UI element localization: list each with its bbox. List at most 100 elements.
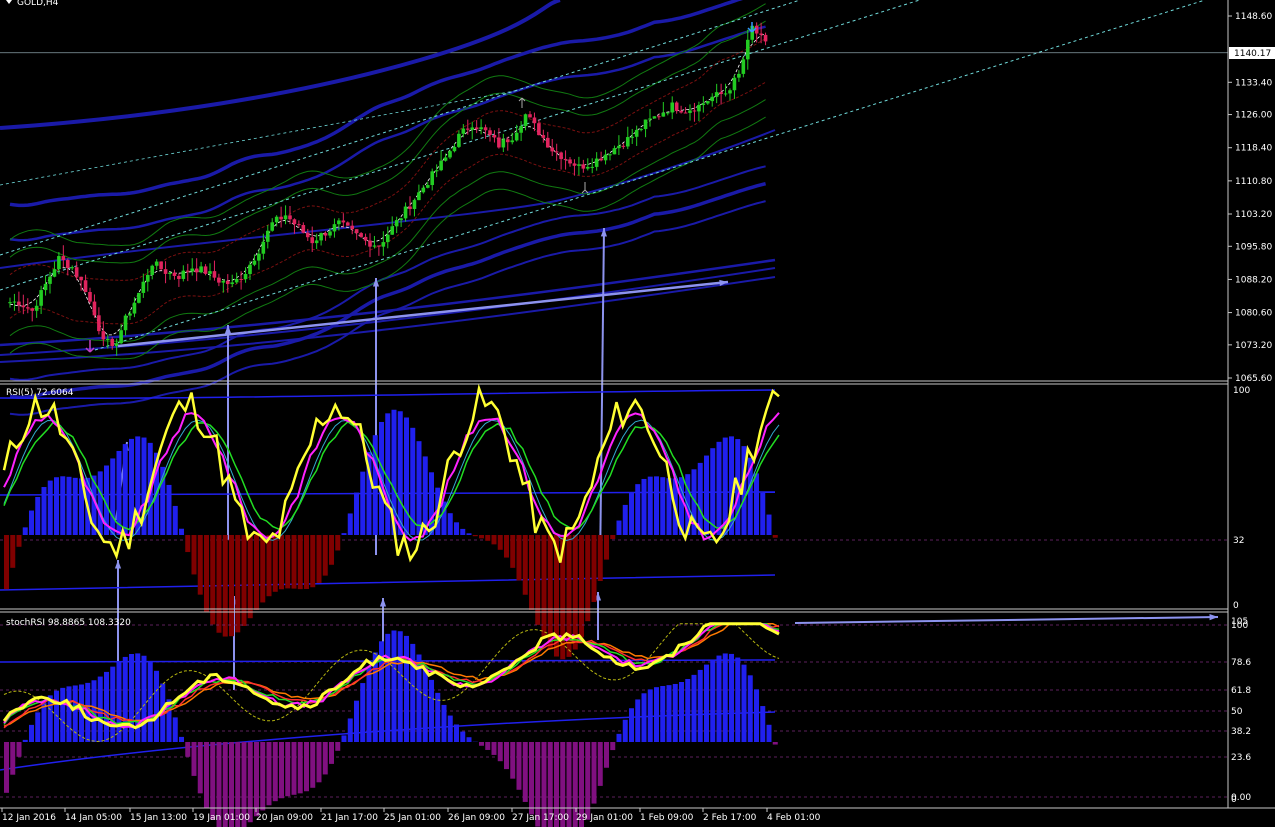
candle-body bbox=[737, 73, 741, 78]
candle-body bbox=[523, 114, 528, 127]
stochrsi-histogram-bar bbox=[479, 742, 484, 746]
price-tick-label: 1088.20 bbox=[1235, 275, 1272, 285]
candle-body bbox=[239, 278, 243, 280]
candle-body bbox=[470, 127, 475, 130]
rsi-histogram-bar bbox=[704, 455, 709, 535]
candle-body bbox=[199, 266, 203, 273]
stochrsi-histogram-bar bbox=[291, 742, 297, 795]
stochrsi-histogram-bar bbox=[485, 742, 491, 750]
stochrsi-histogram-bar bbox=[129, 654, 134, 742]
rsi-histogram-bar bbox=[516, 535, 522, 581]
candle-body bbox=[403, 206, 408, 219]
candle-body bbox=[488, 130, 492, 135]
rsi-histogram-bar bbox=[322, 535, 328, 576]
candle-body bbox=[79, 276, 83, 281]
candle-body bbox=[741, 59, 746, 74]
rsi-histogram-bar bbox=[429, 472, 434, 535]
stochrsi-histogram-bar bbox=[616, 733, 622, 742]
time-tick-label: 12 Jan 2016 bbox=[2, 813, 56, 823]
rsi-histogram-bar bbox=[579, 535, 584, 638]
candle-body bbox=[763, 34, 768, 42]
candle-body bbox=[292, 219, 297, 225]
candle-body bbox=[194, 268, 199, 273]
candle-body bbox=[279, 216, 283, 220]
candle-body bbox=[345, 222, 350, 226]
stochrsi-level-label: 0 bbox=[1231, 795, 1237, 805]
stochrsi-histogram-bar bbox=[266, 742, 272, 806]
candle-body bbox=[145, 274, 150, 282]
stochrsi-histogram-bar bbox=[460, 731, 466, 742]
current-price-marker: 1140.17 bbox=[1229, 47, 1275, 59]
rsi-histogram-bar bbox=[710, 448, 716, 535]
candle-body bbox=[234, 278, 239, 283]
stochrsi-histogram-bar bbox=[429, 679, 434, 742]
candle-body bbox=[532, 117, 537, 124]
stochrsi-histogram-bar bbox=[16, 742, 22, 757]
stochrsi-histogram-bar bbox=[597, 742, 603, 786]
candle-body bbox=[265, 230, 270, 242]
candle-body bbox=[354, 229, 359, 234]
candle-body bbox=[479, 127, 483, 130]
rsi-histogram-bar bbox=[760, 492, 766, 535]
rsi-histogram-bar bbox=[416, 441, 422, 535]
candle-body bbox=[590, 166, 595, 168]
price-tick-label: 1148.60 bbox=[1235, 12, 1272, 22]
rsi-title: RSI(5) 72.6064 bbox=[6, 388, 74, 398]
candle-body bbox=[119, 330, 123, 344]
stochrsi-histogram-bar bbox=[654, 687, 659, 742]
stochrsi-histogram-bar bbox=[672, 683, 678, 742]
candle-body bbox=[30, 308, 35, 311]
candle-body bbox=[710, 96, 715, 102]
current-price-label: 1140.17 bbox=[1234, 49, 1271, 59]
rsi-histogram-bar bbox=[585, 535, 591, 622]
stochrsi-histogram-bar bbox=[629, 708, 634, 742]
stochrsi-histogram-bar bbox=[760, 706, 766, 742]
stochrsi-histogram-bar bbox=[110, 666, 116, 742]
rsi-histogram-bar bbox=[641, 478, 647, 535]
rsi-histogram-bar bbox=[535, 535, 541, 625]
stochrsi-histogram-bar bbox=[72, 685, 78, 742]
stochrsi-histogram-bar bbox=[366, 666, 372, 742]
rsi-histogram-bar bbox=[397, 411, 403, 535]
candle-body bbox=[341, 220, 346, 223]
time-tick-label: 14 Jan 05:00 bbox=[65, 813, 122, 823]
rsi-histogram-bar bbox=[404, 417, 409, 535]
candle-body bbox=[679, 110, 683, 113]
rsi-histogram-bar bbox=[647, 476, 653, 535]
rsi-histogram-bar bbox=[591, 535, 597, 602]
candle-body bbox=[608, 154, 612, 156]
stochrsi-histogram-bar bbox=[104, 671, 109, 742]
candle-body bbox=[350, 225, 355, 230]
rsi-histogram-bar bbox=[597, 535, 603, 582]
candle-body bbox=[381, 242, 386, 247]
candle-body bbox=[110, 338, 115, 346]
rsi-histogram-bar bbox=[254, 535, 259, 611]
rsi-histogram-bar bbox=[35, 496, 41, 535]
price-tick-label: 1095.80 bbox=[1235, 242, 1272, 252]
rsi-histogram-bar bbox=[460, 528, 466, 535]
candle-body bbox=[225, 280, 230, 285]
candle-body bbox=[559, 152, 563, 160]
stochrsi-histogram-bar bbox=[735, 657, 741, 742]
candle-body bbox=[243, 273, 248, 280]
rsi-histogram-bar bbox=[291, 535, 297, 589]
candle-body bbox=[434, 170, 439, 172]
stochrsi-level-label: 23.6 bbox=[1231, 753, 1251, 763]
candle-body bbox=[74, 267, 79, 277]
trading-chart[interactable]: GOLD,H4 RSI(5) 72.6064 stochRSI 98.8865 … bbox=[0, 0, 1275, 827]
candle-body bbox=[408, 206, 412, 210]
stochrsi-histogram-bar bbox=[204, 742, 209, 809]
rsi-histogram-bar bbox=[497, 535, 503, 550]
rsi-histogram-bar bbox=[72, 477, 78, 535]
candle-body bbox=[688, 110, 692, 113]
rsi-histogram-bar bbox=[29, 510, 34, 535]
candle-body bbox=[697, 104, 701, 112]
rsi-histogram-bar bbox=[122, 444, 128, 535]
stochrsi-histogram-bar bbox=[122, 656, 128, 742]
rsi-histogram-bar bbox=[660, 477, 666, 535]
time-tick-label: 26 Jan 09:00 bbox=[448, 813, 505, 823]
candle-body bbox=[505, 139, 510, 143]
stochrsi-histogram-bar bbox=[197, 742, 203, 794]
candle-body bbox=[443, 157, 448, 161]
time-tick-label: 4 Feb 01:00 bbox=[767, 813, 821, 823]
